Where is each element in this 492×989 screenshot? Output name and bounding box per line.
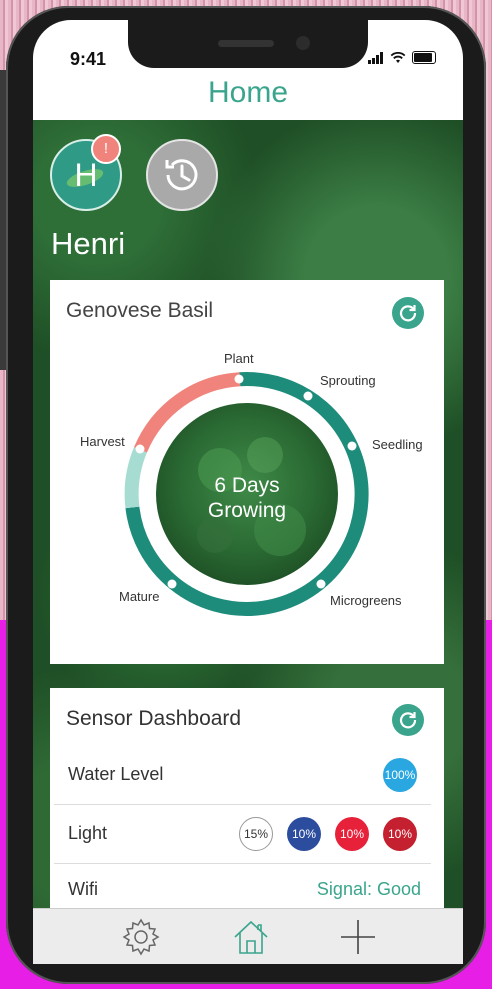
status-time: 9:41 <box>70 49 107 69</box>
battery-icon <box>412 51 436 64</box>
alert-badge[interactable]: ! <box>91 134 121 164</box>
sensor-dashboard-title: Sensor Dashboard <box>66 707 242 730</box>
speaker <box>218 40 274 47</box>
stage-label-sprouting: Sprouting <box>320 373 376 388</box>
wifi-icon <box>390 52 406 63</box>
home-icon <box>234 920 268 954</box>
light-value-3: 10% <box>335 817 369 851</box>
status-icons <box>368 51 436 64</box>
stage-dot-mature <box>167 579 177 589</box>
ring-light-arc <box>124 447 148 509</box>
stage-dot-sprouting <box>303 391 313 401</box>
light-label: Light <box>68 823 108 843</box>
stage-label-seedling: Seedling <box>372 437 423 452</box>
stage-dot-plant <box>234 374 244 384</box>
refresh-icon <box>399 712 417 729</box>
sensor-dashboard-card: Sensor Dashboard Water Level 100% Light … <box>50 688 444 918</box>
header: Home <box>33 70 463 120</box>
light-value-4: 10% <box>383 817 417 851</box>
tab-settings[interactable] <box>119 915 163 959</box>
sensor-refresh-button[interactable] <box>392 704 424 736</box>
settings-gear-icon <box>122 918 160 956</box>
signal-icon <box>368 52 384 64</box>
water-level-row[interactable]: Water Level 100% <box>54 746 431 805</box>
notch <box>128 20 368 68</box>
water-level-value: 100% <box>383 758 417 792</box>
stage-label-microgreens: Microgreens <box>330 593 402 608</box>
stage-label-plant: Plant <box>224 351 254 366</box>
tab-bar <box>33 908 463 964</box>
light-row[interactable]: Light 15% 10% 10% 10% <box>54 805 431 864</box>
light-value-2: 10% <box>287 817 321 851</box>
plant-card: Genovese Basil Plant Sprouting Seedling … <box>50 280 444 664</box>
plus-icon <box>341 920 375 954</box>
wifi-label: Wifi <box>68 879 98 899</box>
stage-dot-harvest <box>135 444 145 454</box>
user-name: Henri <box>51 226 126 261</box>
stage-label-harvest: Harvest <box>80 434 125 449</box>
stage-dot-microgreens <box>316 579 326 589</box>
days-growing-count: 6 Days <box>214 474 280 497</box>
history-button[interactable] <box>146 139 218 211</box>
water-level-label: Water Level <box>68 764 164 784</box>
tab-add[interactable] <box>336 915 380 959</box>
tab-home[interactable] <box>229 915 273 959</box>
history-icon <box>165 159 198 191</box>
page-title: Home <box>207 76 289 109</box>
camera <box>296 36 310 50</box>
stage-label-mature: Mature <box>119 589 160 604</box>
light-value-1: 15% <box>239 817 273 851</box>
avatar-initial: H <box>74 156 98 193</box>
stage-dot-seedling <box>347 441 357 451</box>
days-growing-label: Growing <box>207 499 287 522</box>
wifi-status: Signal: Good <box>316 879 421 899</box>
